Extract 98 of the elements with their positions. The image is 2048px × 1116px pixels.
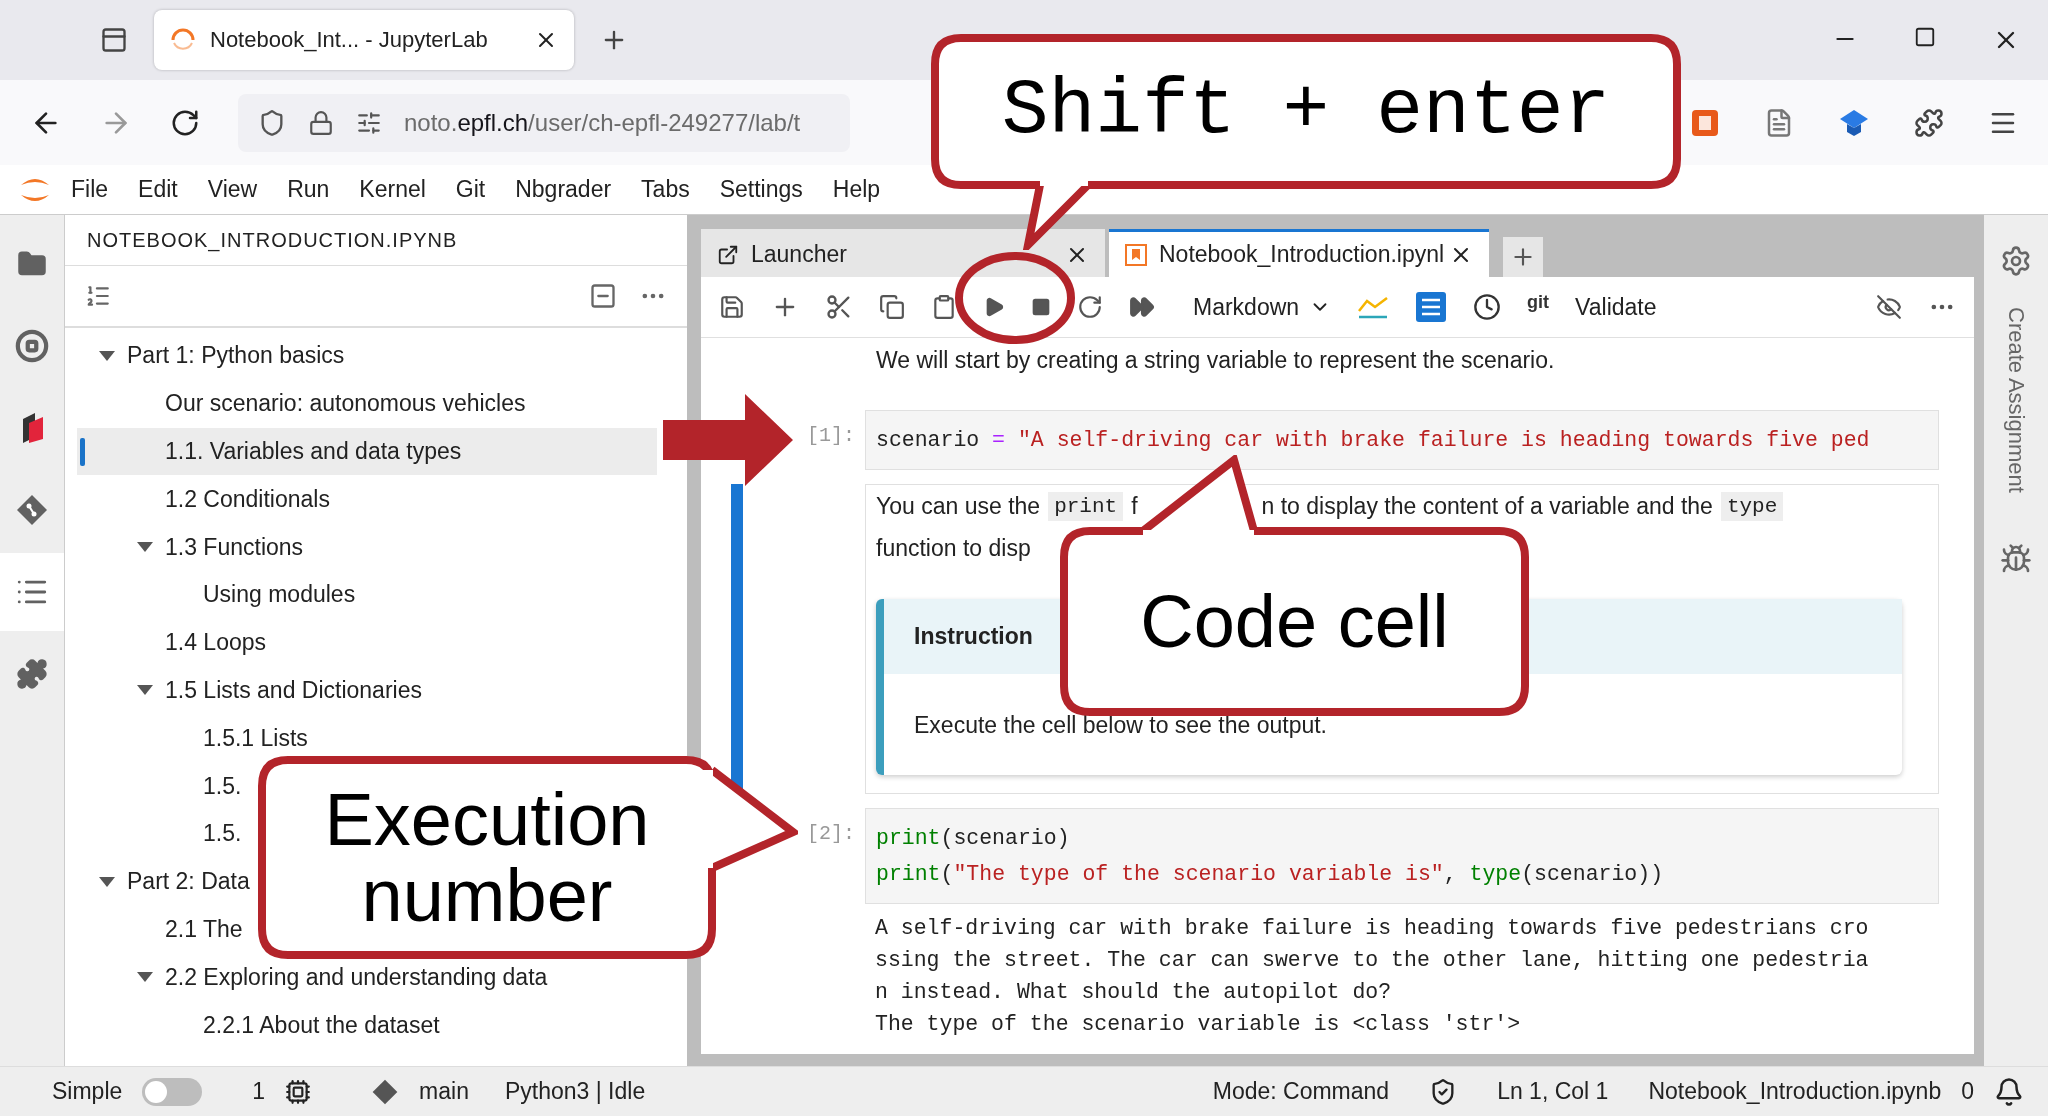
menu-item[interactable]: Run	[276, 176, 341, 203]
bug-icon[interactable]	[2000, 542, 2032, 575]
address-bar[interactable]: noto.epfl.ch/user/ch-epfl-249277/lab/t	[238, 93, 850, 152]
toc-item[interactable]: Part 1: Python basics	[127, 342, 345, 370]
git-icon[interactable]	[15, 493, 49, 527]
toc-item[interactable]: 1.2 Conditionals	[165, 485, 330, 513]
toc-item[interactable]: 1.3 Functions	[165, 533, 304, 561]
output-line: A self-driving car with brake failure is heading towards five pedestrians cro	[875, 915, 1870, 942]
cell-type-dropdown[interactable]: Markdown	[1193, 293, 1332, 321]
numbered-list-icon[interactable]	[85, 283, 111, 309]
gears-icon[interactable]	[2000, 245, 2032, 277]
toc-item[interactable]: 2.1 The	[165, 915, 243, 943]
callout-text: Shift + enter	[1001, 71, 1611, 152]
bell-icon[interactable]	[1994, 1076, 2024, 1107]
menu-item[interactable]: Edit	[127, 176, 189, 203]
inline-code: type	[1720, 491, 1784, 521]
status-text: 1	[252, 1078, 266, 1105]
caret-icon[interactable]	[97, 874, 117, 889]
menu-item[interactable]: Tabs	[630, 176, 701, 203]
execution-prompt: [2]:	[806, 821, 856, 847]
menu-item[interactable]: Git	[444, 176, 497, 203]
paragraph-text: We will start by creating a string variable to represent the scenario.	[876, 346, 1555, 374]
stop-icon[interactable]	[1031, 297, 1051, 317]
toc-item[interactable]: 1.1. Variables and data types	[165, 438, 462, 465]
puzzle-icon[interactable]	[1914, 107, 1944, 138]
callout-text: Execution number	[324, 782, 650, 933]
save-icon[interactable]	[719, 294, 745, 320]
extension-icon[interactable]	[1690, 107, 1720, 138]
toc-item[interactable]: 1.5.	[203, 772, 242, 800]
status-text: Mode: Command	[1212, 1078, 1390, 1105]
toc-item[interactable]: 1.5.	[203, 820, 242, 848]
selection-marker	[80, 437, 85, 466]
launcher-icon	[717, 243, 739, 266]
output-line: n instead. What should the autopilot do?	[875, 979, 1393, 1006]
output-line: The type of the scenario variable is <class 'str'>	[875, 1011, 1522, 1038]
stop-circle-icon[interactable]	[15, 329, 49, 363]
notebook-tab[interactable]: Notebook_Introduction.ipynl	[1109, 229, 1489, 277]
tab-list-icon[interactable]	[100, 26, 128, 54]
paragraph-text: function to disp	[876, 534, 1031, 562]
restart-icon[interactable]	[1077, 294, 1103, 320]
code-line: scenario = "A self-driving car with brake failure is heading towards five ped	[876, 427, 1871, 453]
spinner-icon	[170, 27, 196, 53]
instruction-text: Execute the cell below to see the output.	[913, 711, 1328, 740]
toc-item[interactable]: Using modules	[203, 581, 356, 609]
toc-item[interactable]: 2.2 Exploring and understanding data	[165, 963, 548, 991]
git-label[interactable]: git	[1527, 291, 1550, 313]
collapse-all-icon[interactable]	[589, 282, 617, 310]
status-text: 0	[1961, 1078, 1974, 1105]
add-tab-button[interactable]	[1503, 237, 1543, 277]
status-text: Python3 | Idle	[504, 1078, 646, 1105]
panel-title: NOTEBOOK_INTRODUCTION.IPYNB	[65, 215, 687, 266]
menu-item[interactable]: View	[196, 176, 269, 203]
inline-code: print	[1048, 491, 1124, 521]
paragraph-text: n to display the content of a variable and the	[1261, 492, 1713, 520]
execution-prompt: [1]:	[806, 423, 856, 449]
status-text: Notebook_Introduction.ipynb	[1648, 1078, 1942, 1105]
browser-tab[interactable]: Notebook_Int... - JupyterLab	[154, 10, 574, 70]
validate-button[interactable]: Validate	[1575, 293, 1657, 321]
fast-forward-icon[interactable]	[1129, 294, 1155, 320]
clock-icon[interactable]	[1473, 293, 1502, 321]
code-line: print("The type of the scenario variable is", type(scenario))	[876, 861, 1665, 887]
menu-item[interactable]: Help	[821, 176, 892, 203]
sidebar-tab[interactable]: Create Assignment	[2003, 307, 2029, 493]
menu-item[interactable]: Kernel	[348, 176, 437, 203]
puzzle-icon[interactable]	[16, 658, 48, 690]
paragraph-text: You can use the	[876, 492, 1041, 520]
maximize-icon[interactable]	[1914, 26, 1936, 48]
toc-item[interactable]: 1.5.1 Lists	[203, 724, 308, 752]
menu-item[interactable]: File	[60, 176, 120, 203]
form-icon[interactable]	[1415, 291, 1448, 323]
toc-item[interactable]: 1.5 Lists and Dictionaries	[165, 676, 422, 704]
code-cell[interactable]: scenario = "A self-driving car with brake failure is heading towards five ped	[865, 410, 1939, 470]
git-icon[interactable]	[371, 1077, 400, 1106]
notebook-tab[interactable]: Launcher	[701, 229, 1105, 277]
toc-item[interactable]: Part 2: Data	[127, 868, 250, 896]
status-text: main	[419, 1078, 469, 1105]
code-cell[interactable]: print(scenario) print("The type of the scenario variable is", type(scenario))	[865, 808, 1939, 904]
eye-off-icon[interactable]	[1876, 294, 1902, 320]
toc-item[interactable]: 2.2.1 About the dataset	[203, 1011, 440, 1039]
permissions-icon[interactable]	[356, 109, 382, 136]
output-line: ssing the street. The car can swerve to the other lane, hitting one pedestria	[875, 947, 1870, 974]
notebook-file-icon	[1125, 243, 1147, 266]
graduation-cap-icon[interactable]	[1838, 107, 1870, 138]
paste-icon[interactable]	[931, 294, 957, 320]
toc-item[interactable]: 1.4 Loops	[165, 629, 267, 657]
caret-icon[interactable]	[97, 348, 117, 363]
status-text: Ln 1, Col 1	[1497, 1078, 1609, 1105]
menu-item[interactable]: Settings	[708, 176, 814, 203]
menu-item[interactable]: Nbgrader	[504, 176, 623, 203]
status-text: Simple	[52, 1078, 123, 1105]
toc-item[interactable]: Our scenario: autonomous vehicles	[165, 390, 526, 418]
toggle-switch[interactable]	[142, 1077, 203, 1106]
code-line: print(scenario)	[876, 825, 1071, 851]
paragraph-text: f	[1131, 492, 1138, 520]
lock-icon[interactable]	[308, 109, 334, 136]
chart-line-icon[interactable]	[1357, 295, 1390, 319]
chip-icon[interactable]	[285, 1078, 312, 1105]
copy-icon[interactable]	[879, 294, 905, 320]
